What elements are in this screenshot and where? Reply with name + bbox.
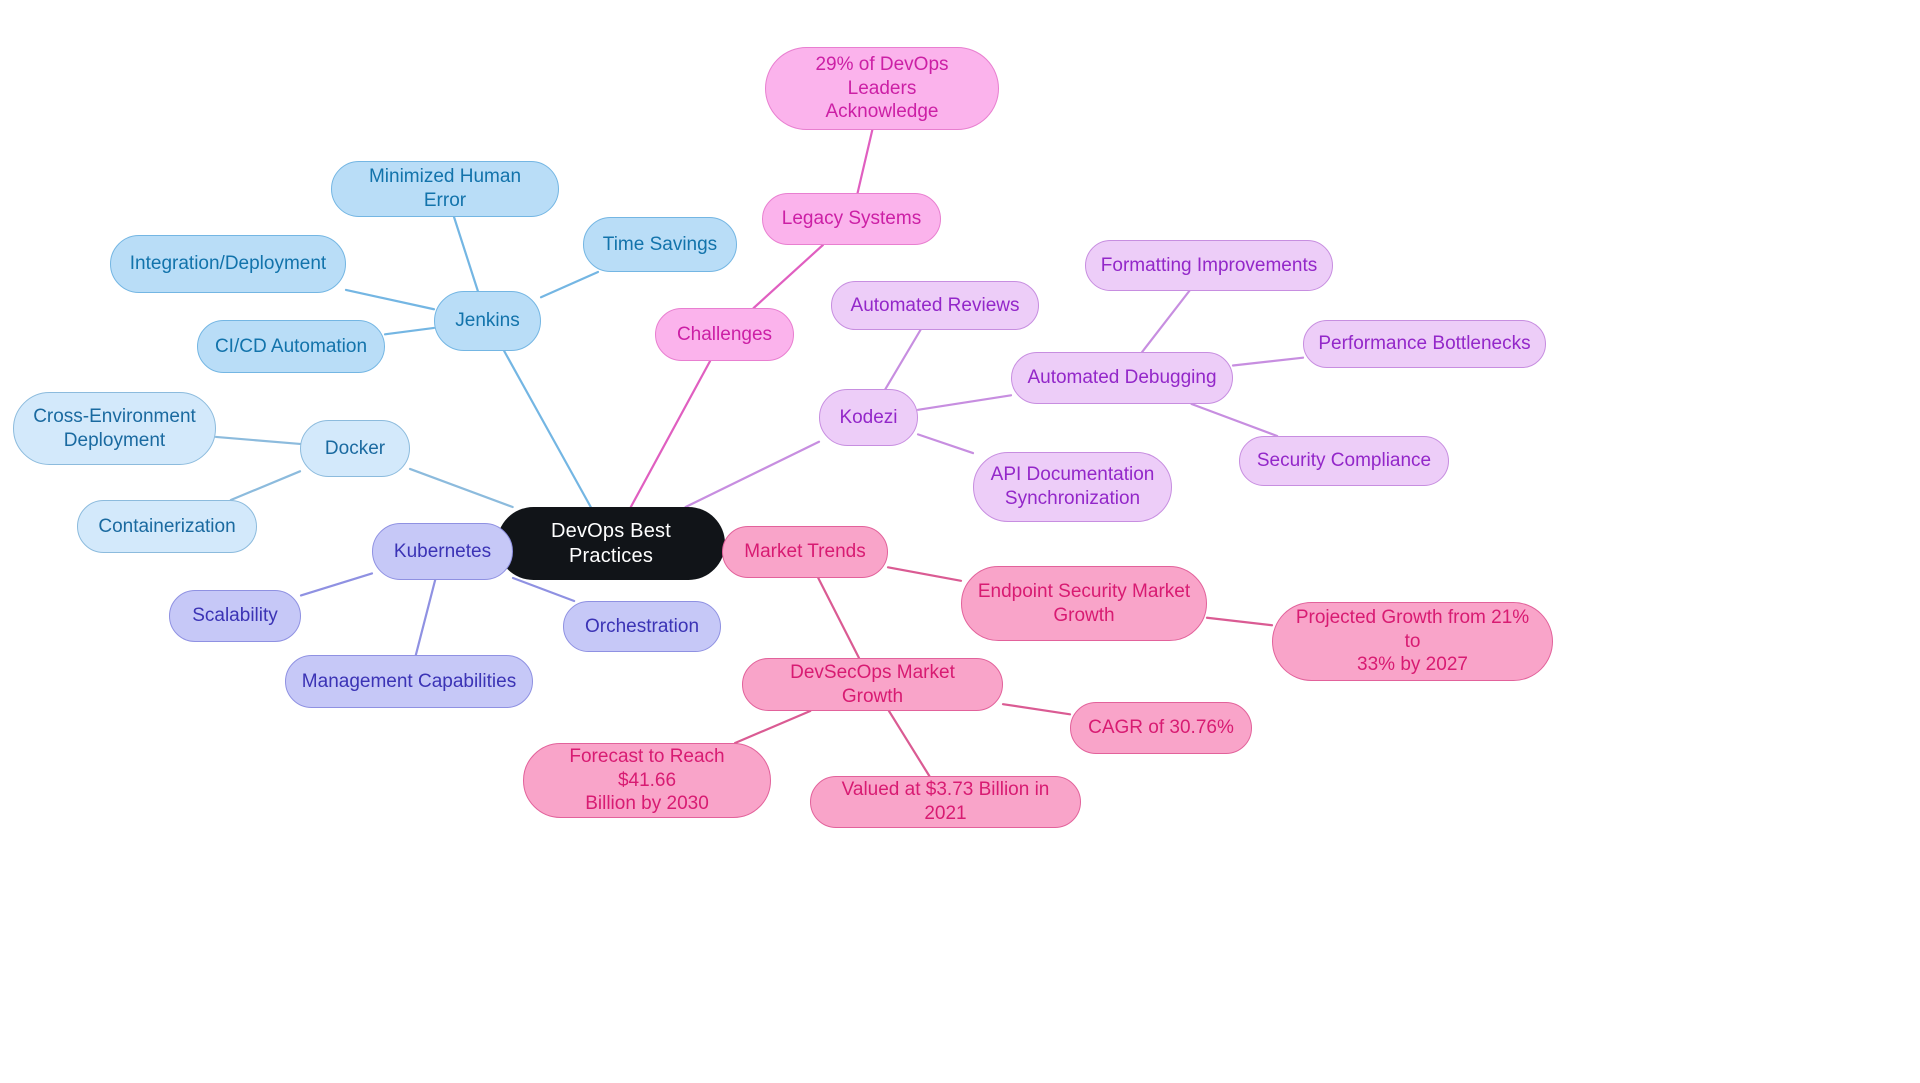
root-node-root[interactable]: DevOps Best Practices — [497, 507, 725, 580]
node-docker[interactable]: Docker — [300, 420, 410, 477]
node-kubernetes[interactable]: Kubernetes — [372, 523, 513, 580]
node-time_savings[interactable]: Time Savings — [583, 217, 737, 272]
node-endpoint_security_growth[interactable]: Endpoint Security Market Growth — [961, 566, 1207, 641]
node-security_compliance[interactable]: Security Compliance — [1239, 436, 1449, 486]
node-forecast_2030[interactable]: Forecast to Reach $41.66 Billion by 2030 — [523, 743, 771, 818]
mindmap-canvas: DevOps Best Practices Jenkins Minimized Hu… — [0, 0, 1920, 1083]
node-cicd_automation[interactable]: CI/CD Automation — [197, 320, 385, 373]
node-market_trends[interactable]: Market Trends — [722, 526, 888, 578]
node-automated_reviews[interactable]: Automated Reviews — [831, 281, 1039, 330]
node-challenges[interactable]: Challenges — [655, 308, 794, 361]
node-api_documentation_sync[interactable]: API Documentation Synchronization — [973, 452, 1172, 522]
node-minimized_human_error[interactable]: Minimized Human Error — [331, 161, 559, 217]
node-layer: DevOps Best Practices Jenkins Minimized Hu… — [0, 0, 1920, 1083]
node-legacy_systems[interactable]: Legacy Systems — [762, 193, 941, 245]
node-integration_deployment[interactable]: Integration/Deployment — [110, 235, 346, 293]
node-kodezi[interactable]: Kodezi — [819, 389, 918, 446]
node-jenkins[interactable]: Jenkins — [434, 291, 541, 351]
node-automated_debugging[interactable]: Automated Debugging — [1011, 352, 1233, 404]
node-containerization[interactable]: Containerization — [77, 500, 257, 553]
node-devops_leaders_ack[interactable]: 29% of DevOps Leaders Acknowledge — [765, 47, 999, 130]
node-orchestration[interactable]: Orchestration — [563, 601, 721, 652]
node-performance_bottlenecks[interactable]: Performance Bottlenecks — [1303, 320, 1546, 368]
node-valued_2021[interactable]: Valued at $3.73 Billion in 2021 — [810, 776, 1081, 828]
node-cagr[interactable]: CAGR of 30.76% — [1070, 702, 1252, 754]
node-formatting_improvements[interactable]: Formatting Improvements — [1085, 240, 1333, 291]
node-projected_growth_2027[interactable]: Projected Growth from 21% to 33% by 2027 — [1272, 602, 1553, 681]
node-scalability[interactable]: Scalability — [169, 590, 301, 642]
node-devsecops_market_growth[interactable]: DevSecOps Market Growth — [742, 658, 1003, 711]
node-cross_environment_deployment[interactable]: Cross-Environment Deployment — [13, 392, 216, 465]
node-management_capabilities[interactable]: Management Capabilities — [285, 655, 533, 708]
